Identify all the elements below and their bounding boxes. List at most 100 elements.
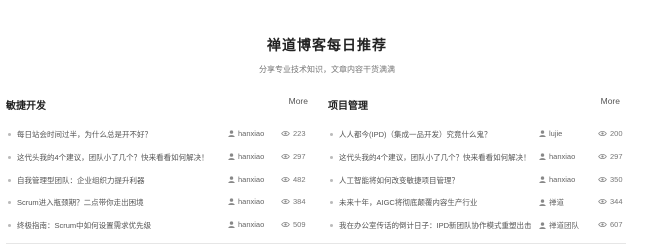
view-count-value: 344	[610, 197, 623, 207]
page-title: 禅道博客每日推荐	[267, 37, 387, 53]
eye-icon	[598, 175, 610, 184]
list-item[interactable]: 未来十年，AIGC将彻底颠覆内容生产行业 禅道 344	[328, 191, 624, 214]
article-title[interactable]: 终极指南：Scrum中如何设置需求优先级	[17, 220, 151, 231]
view-count: 509	[281, 220, 306, 229]
eye-icon	[281, 220, 293, 229]
view-count-value: 384	[293, 197, 306, 207]
author: 禅道团队	[539, 220, 579, 231]
author-name: hanxiao	[549, 151, 576, 161]
author-name: hanxiao	[238, 197, 265, 207]
bullet-dot	[8, 178, 11, 182]
column-title: 项目管理	[328, 101, 368, 112]
column-title: 敏捷开发	[6, 101, 46, 112]
user-icon	[539, 175, 549, 184]
author: hanxiao	[228, 129, 264, 138]
author-name: hanxiao	[238, 220, 265, 230]
user-icon	[539, 221, 549, 230]
user-icon	[228, 175, 238, 184]
view-count: 344	[598, 197, 623, 206]
more-link[interactable]: More	[289, 96, 308, 106]
author: hanxiao	[228, 197, 264, 206]
list-item[interactable]: 我在办公室传话的倒计日子：IPD新团队协作模式重塑出击 禅道团队 607	[328, 214, 624, 237]
column-agile: 敏捷开发 More 每日站会时间过半，为什么总是开不好？ hanxiao 223 这代…	[6, 94, 312, 237]
author-name: hanxiao	[549, 174, 576, 184]
list-item[interactable]: 终极指南：Scrum中如何设置需求优先级 hanxiao 509	[6, 214, 312, 237]
recommendation-section: 禅道博客每日推荐 分享专业技术知识，文章内容干货满满 敏捷开发 More 每日站…	[0, 0, 654, 249]
article-title[interactable]: 未来十年，AIGC将彻底颠覆内容生产行业	[339, 197, 477, 208]
author: hanxiao	[539, 175, 575, 184]
article-title[interactable]: 人工智能将如何改变敏捷项目管理？	[339, 175, 459, 186]
bullet-dot	[8, 201, 11, 205]
author: hanxiao	[539, 152, 575, 161]
bullet-dot	[8, 224, 11, 228]
article-title[interactable]: 人人都今(IPD)（集成一品开发）究竟什么鬼？	[339, 129, 492, 140]
article-list: 人人都今(IPD)（集成一品开发）究竟什么鬼？ lujie 200 这代头我的4个建议…	[328, 123, 624, 237]
eye-icon	[281, 129, 293, 138]
view-count: 384	[281, 197, 306, 206]
view-count-value: 297	[610, 151, 623, 161]
eye-icon	[598, 152, 610, 161]
view-count-value: 200	[610, 129, 623, 138]
eye-icon	[281, 197, 293, 206]
article-title[interactable]: 每日站会时间过半，为什么总是开不好？	[17, 129, 152, 140]
author-name: lujie	[549, 129, 563, 138]
view-count: 200	[598, 129, 623, 138]
list-item[interactable]: Scrum进入瓶颈期？二点带你走出困境 hanxiao 384	[6, 191, 312, 214]
author-name: 禅道	[549, 198, 564, 208]
divider	[6, 243, 626, 244]
article-list: 每日站会时间过半，为什么总是开不好？ hanxiao 223 这代头我的4个建议，团队…	[6, 123, 312, 237]
column-header: 敏捷开发 More	[6, 94, 312, 112]
view-count: 350	[598, 175, 623, 184]
view-count: 482	[281, 175, 306, 184]
bullet-dot	[8, 133, 11, 136]
view-count-value: 482	[293, 174, 306, 184]
view-count-value: 350	[610, 174, 623, 184]
user-icon	[228, 152, 238, 161]
user-icon	[228, 129, 238, 138]
bullet-dot	[8, 155, 11, 159]
view-count: 223	[281, 129, 306, 138]
user-icon	[539, 152, 549, 161]
column-project-management: 项目管理 More 人人都今(IPD)（集成一品开发）究竟什么鬼？ lujie 20…	[328, 94, 624, 237]
eye-icon	[598, 220, 610, 229]
bullet-dot	[330, 178, 333, 182]
view-count-value: 607	[610, 220, 623, 230]
eye-icon	[598, 197, 610, 206]
author-name: hanxiao	[238, 129, 265, 138]
bullet-dot	[330, 201, 333, 205]
view-count-value: 223	[293, 129, 306, 138]
more-link[interactable]: More	[601, 96, 620, 106]
author: hanxiao	[228, 220, 264, 229]
eye-icon	[281, 152, 293, 161]
view-count-value: 297	[293, 151, 306, 161]
bullet-dot	[330, 155, 333, 159]
view-count-value: 509	[293, 220, 306, 230]
article-title[interactable]: 这代头我的4个建议，团队小了几个？快来看看如何解决！	[339, 152, 531, 163]
view-count: 607	[598, 220, 623, 229]
view-count: 297	[281, 152, 306, 161]
user-icon	[539, 198, 549, 207]
view-count: 297	[598, 152, 623, 161]
article-title[interactable]: Scrum进入瓶颈期？二点带你走出困境	[17, 197, 144, 208]
article-title[interactable]: 我在办公室传话的倒计日子：IPD新团队协作模式重塑出击	[339, 220, 532, 231]
eye-icon	[281, 175, 293, 184]
eye-icon	[598, 129, 610, 138]
list-item[interactable]: 人人都今(IPD)（集成一品开发）究竟什么鬼？ lujie 200	[328, 123, 624, 146]
user-icon	[228, 197, 238, 206]
list-item[interactable]: 这代头我的4个建议，团队小了几个？快来看看如何解决！ hanxiao 297	[328, 146, 624, 169]
article-title[interactable]: 自我管理型团队：企业组织力提升利器	[17, 175, 145, 186]
list-item[interactable]: 这代头我的4个建议，团队小了几个？快来看看如何解决！ hanxiao 297	[6, 146, 312, 169]
list-item[interactable]: 自我管理型团队：企业组织力提升利器 hanxiao 482	[6, 169, 312, 192]
list-item[interactable]: 人工智能将如何改变敏捷项目管理？ hanxiao 350	[328, 169, 624, 192]
list-item[interactable]: 每日站会时间过半，为什么总是开不好？ hanxiao 223	[6, 123, 312, 146]
author: hanxiao	[228, 175, 264, 184]
author-name: hanxiao	[238, 174, 265, 184]
bullet-dot	[330, 133, 333, 136]
bullet-dot	[330, 224, 333, 228]
author: lujie	[539, 129, 562, 138]
author-name: hanxiao	[238, 151, 265, 161]
column-header: 项目管理 More	[328, 94, 624, 112]
article-title[interactable]: 这代头我的4个建议，团队小了几个？快来看看如何解决！	[17, 152, 209, 163]
page-subtitle: 分享专业技术知识，文章内容干货满满	[259, 65, 395, 74]
author-name: 禅道团队	[549, 221, 579, 231]
